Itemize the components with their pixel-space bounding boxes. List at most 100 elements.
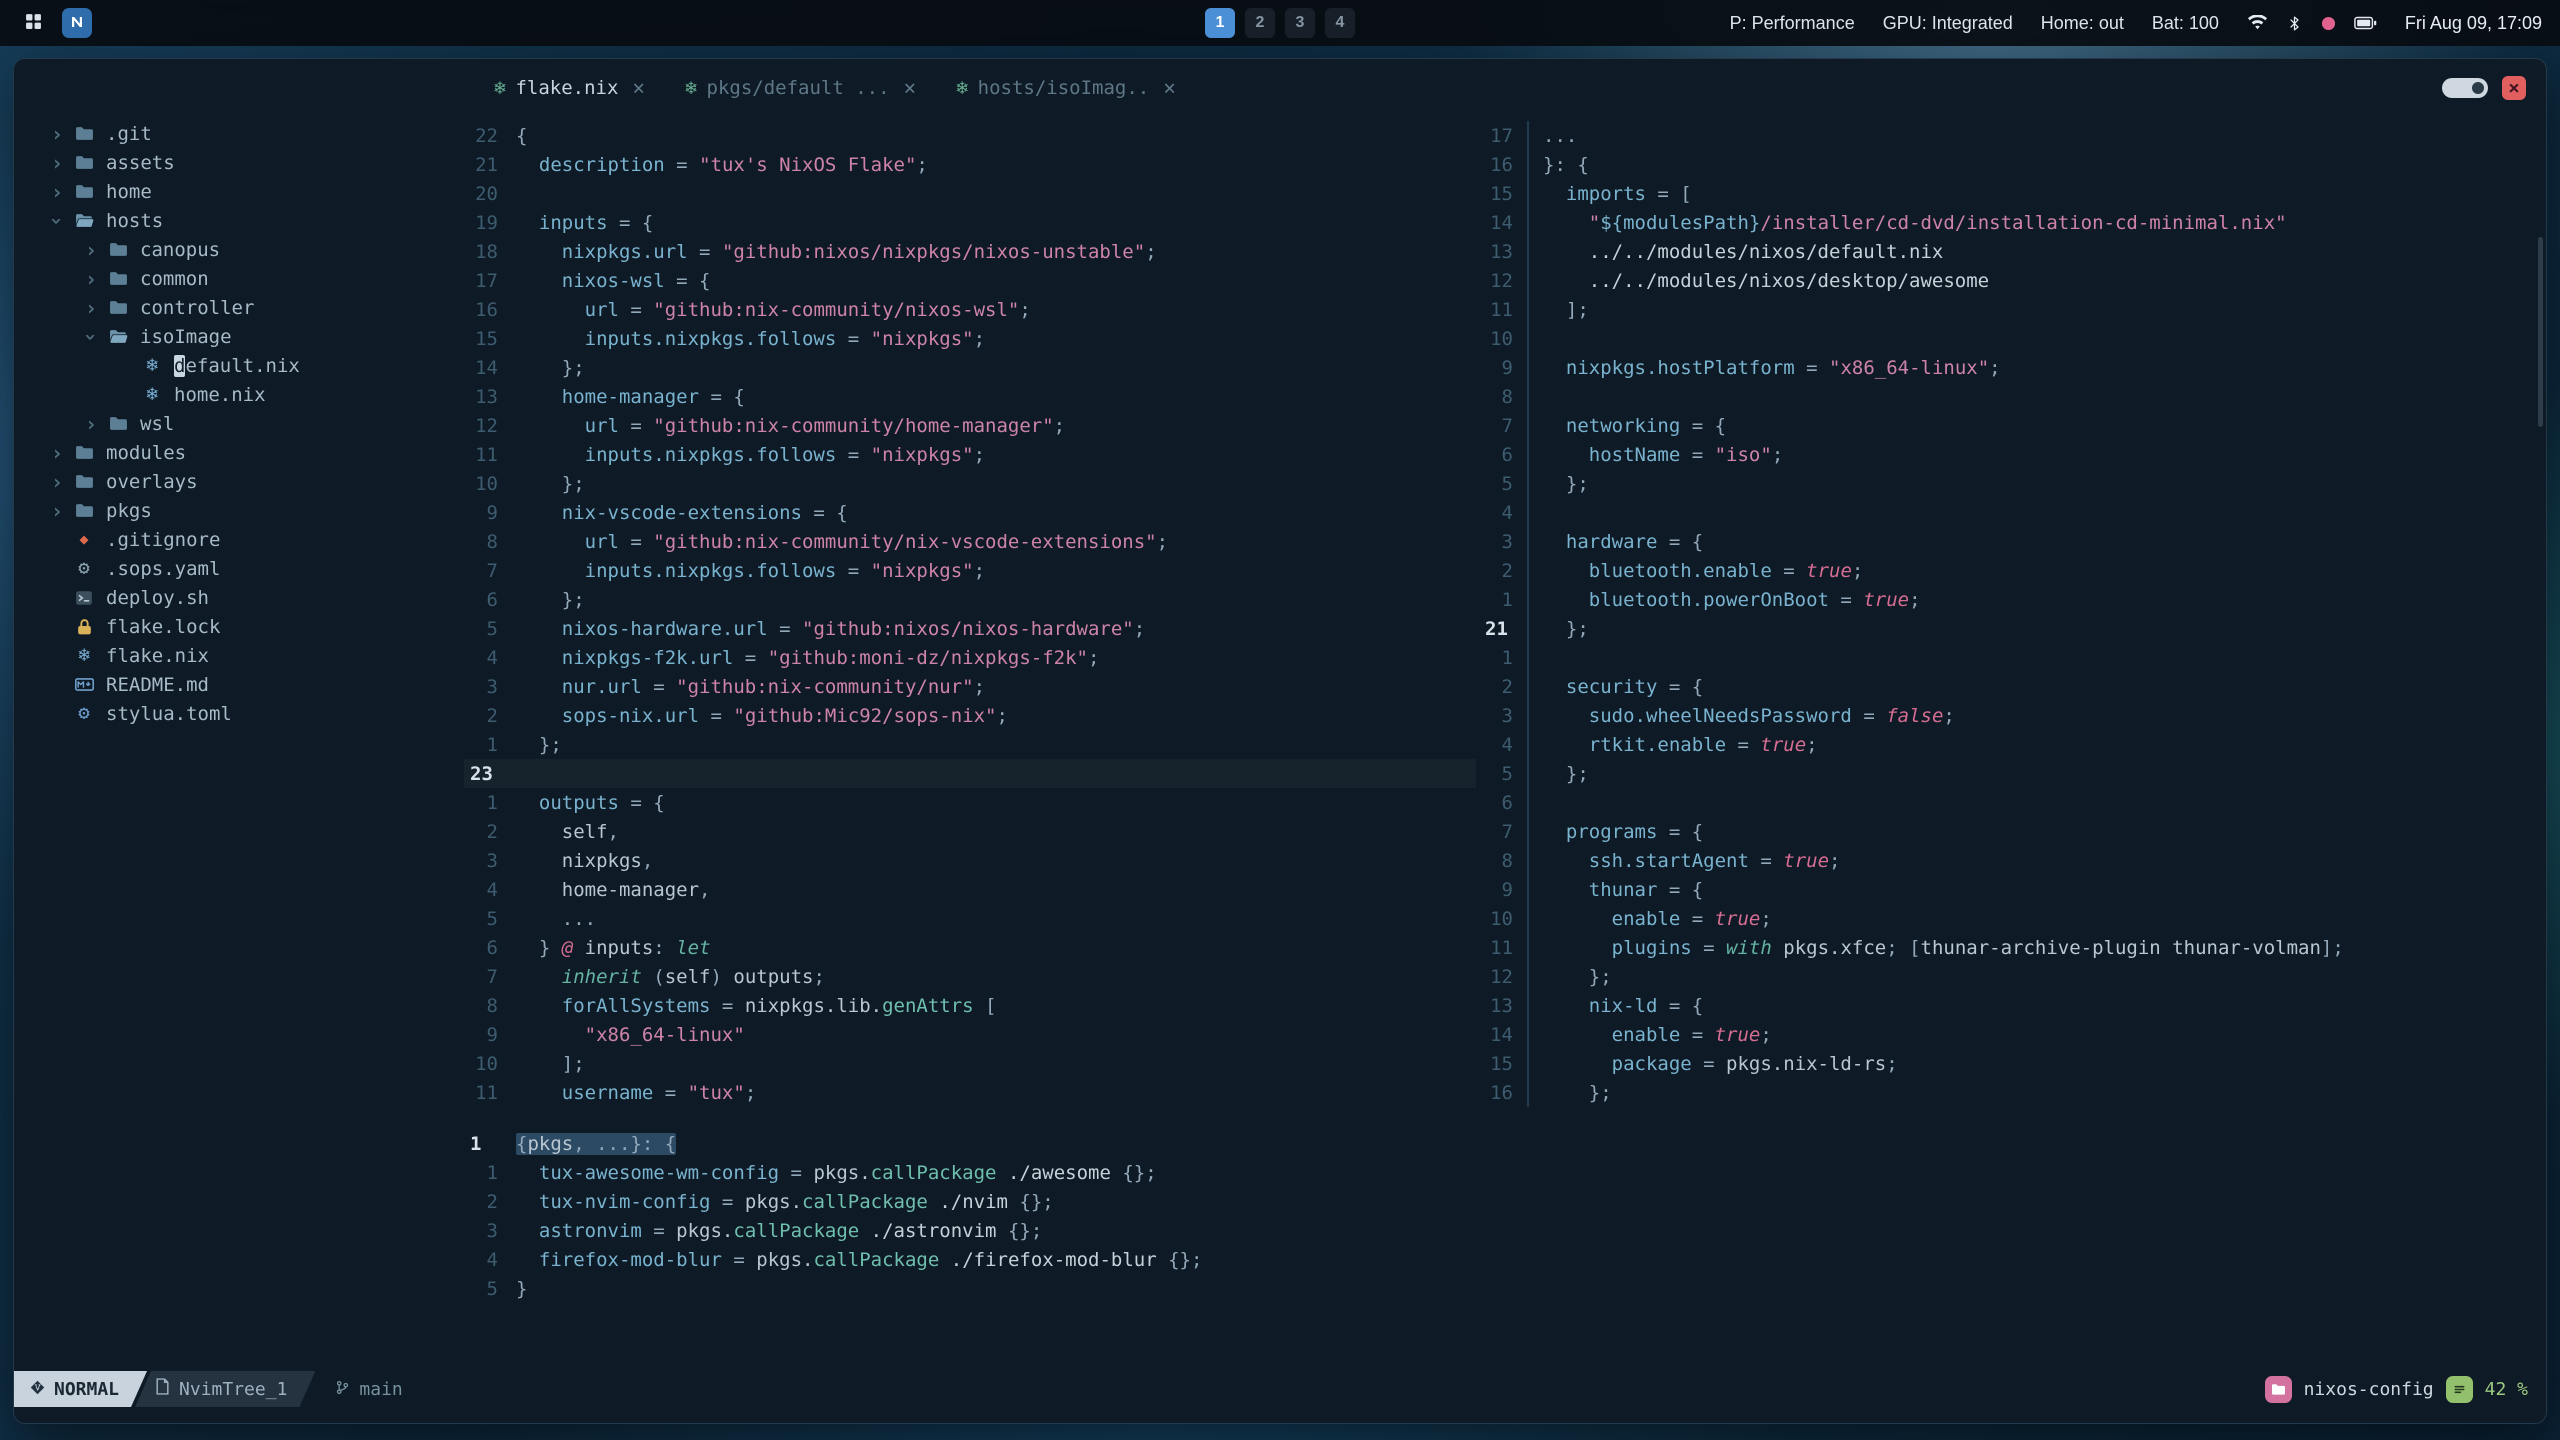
editor-pane-pkgs-default-nix[interactable]: 1 {pkgs, ...}: {1 tux-awesome-wm-config =… [464, 1129, 2546, 1303]
code-line[interactable]: 8 [1479, 382, 2546, 411]
code-line[interactable]: 5 nixos-hardware.url = "github:nixos/nix… [464, 614, 1476, 643]
code-line[interactable]: 19 inputs = { [464, 208, 1476, 237]
tree-item-flake.nix[interactable]: ❄ flake.nix [14, 641, 464, 670]
code-line[interactable]: 10 [1479, 324, 2546, 353]
tree-item-home.nix[interactable]: ❄ home.nix [14, 380, 464, 409]
code-line[interactable]: 14 }; [464, 353, 1476, 382]
code-line[interactable]: 17 nixos-wsl = { [464, 266, 1476, 295]
launcher-button[interactable] [18, 8, 48, 38]
code-line[interactable]: 7 programs = { [1479, 817, 2546, 846]
window-close-button[interactable]: × [2502, 76, 2526, 100]
code-line[interactable]: 2 self, [464, 817, 1476, 846]
code-line[interactable]: 16 }; [1479, 1078, 2546, 1107]
tree-item-README.md[interactable]: README.md [14, 670, 464, 699]
code-line[interactable]: 4 rtkit.enable = true; [1479, 730, 2546, 759]
code-line[interactable]: 12 url = "github:nix-community/home-mana… [464, 411, 1476, 440]
code-line[interactable]: 9 nix-vscode-extensions = { [464, 498, 1476, 527]
code-line[interactable]: 18 nixpkgs.url = "github:nixos/nixpkgs/n… [464, 237, 1476, 266]
tab-pkgs-default-...[interactable]: ❄ pkgs/default ... × [665, 59, 936, 117]
code-line[interactable]: 6 } @ inputs: let [464, 933, 1476, 962]
tab-close-icon[interactable]: × [904, 76, 917, 100]
code-line[interactable]: 13 ../../modules/nixos/default.nix [1479, 237, 2546, 266]
code-line[interactable]: 14 "${modulesPath}/installer/cd-dvd/inst… [1479, 208, 2546, 237]
tree-item-home[interactable]: › home [14, 177, 464, 206]
nvimtree-file-explorer[interactable]: › .git › assets › home › hosts › canopus › common › c… [14, 117, 464, 1371]
code-line[interactable]: 8 forAllSystems = nixpkgs.lib.genAttrs [ [464, 991, 1476, 1020]
code-line[interactable]: 9 thunar = { [1479, 875, 2546, 904]
tab-hosts-isoImag..[interactable]: ❄ hosts/isoImag.. × [936, 59, 1196, 117]
code-line[interactable]: 13 home-manager = { [464, 382, 1476, 411]
chevron-right-icon[interactable]: › [78, 414, 104, 434]
tree-item-controller[interactable]: › controller [14, 293, 464, 322]
code-line[interactable]: 4 nixpkgs-f2k.url = "github:moni-dz/nixp… [464, 643, 1476, 672]
code-line[interactable]: 1 tux-awesome-wm-config = pkgs.callPacka… [464, 1158, 2546, 1187]
code-line[interactable]: 4 [1479, 498, 2546, 527]
chevron-right-icon[interactable]: › [44, 501, 70, 521]
chevron-right-icon[interactable]: › [44, 124, 70, 144]
tree-item-stylua.toml[interactable]: ⚙ stylua.toml [14, 699, 464, 728]
tree-item-deploy.sh[interactable]: deploy.sh [14, 583, 464, 612]
code-line[interactable]: 6 hostName = "iso"; [1479, 440, 2546, 469]
code-line[interactable]: 5 ... [464, 904, 1476, 933]
code-line[interactable]: 16}: { [1479, 150, 2546, 179]
code-line[interactable]: 20 [464, 179, 1476, 208]
code-line[interactable]: 3 astronvim = pkgs.callPackage ./astronv… [464, 1216, 2546, 1245]
app-icon-button[interactable] [62, 8, 92, 38]
chevron-right-icon[interactable]: › [44, 182, 70, 202]
code-line[interactable]: 3 nixpkgs, [464, 846, 1476, 875]
code-line[interactable]: 5 }; [1479, 469, 2546, 498]
color-dot-icon[interactable] [2321, 16, 2336, 31]
code-line[interactable]: 2 security = { [1479, 672, 2546, 701]
tab-close-icon[interactable]: × [632, 76, 645, 100]
workspace-button-3[interactable]: 3 [1285, 8, 1315, 38]
chevron-right-icon[interactable]: › [44, 153, 70, 173]
code-line[interactable]: 11 ]; [1479, 295, 2546, 324]
tab-flake.nix[interactable]: ❄ flake.nix × [474, 59, 665, 117]
chevron-down-icon[interactable]: › [44, 211, 70, 231]
chevron-right-icon[interactable]: › [78, 240, 104, 260]
code-line[interactable]: 8 url = "github:nix-community/nix-vscode… [464, 527, 1476, 556]
bluetooth-icon[interactable] [2286, 15, 2303, 32]
code-line[interactable]: 4 firefox-mod-blur = pkgs.callPackage ./… [464, 1245, 2546, 1274]
code-line[interactable]: 12 ../../modules/nixos/desktop/awesome [1479, 266, 2546, 295]
code-line[interactable]: 2 tux-nvim-config = pkgs.callPackage ./n… [464, 1187, 2546, 1216]
workspace-button-4[interactable]: 4 [1325, 8, 1355, 38]
chevron-down-icon[interactable]: › [78, 327, 104, 347]
battery-icon[interactable] [2354, 16, 2377, 30]
code-line[interactable]: 10 }; [464, 469, 1476, 498]
code-line[interactable]: 3 hardware = { [1479, 527, 2546, 556]
tree-item-pkgs[interactable]: › pkgs [14, 496, 464, 525]
tree-item-isoImage[interactable]: › isoImage [14, 322, 464, 351]
code-line[interactable]: 6 }; [464, 585, 1476, 614]
code-line[interactable]: 1 }; [464, 730, 1476, 759]
tree-item-.sops.yaml[interactable]: ⚙ .sops.yaml [14, 554, 464, 583]
chevron-right-icon[interactable]: › [44, 472, 70, 492]
editor-pane-flake-nix[interactable]: 22{21 description = "tux's NixOS Flake";… [464, 121, 1476, 1107]
code-line[interactable]: 7 inputs.nixpkgs.follows = "nixpkgs"; [464, 556, 1476, 585]
code-line[interactable]: 17... [1479, 121, 2546, 150]
tree-item-wsl[interactable]: › wsl [14, 409, 464, 438]
code-line[interactable]: 1 [1479, 643, 2546, 672]
code-line[interactable]: 2 sops-nix.url = "github:Mic92/sops-nix"… [464, 701, 1476, 730]
tree-item-common[interactable]: › common [14, 264, 464, 293]
code-line[interactable]: 15 inputs.nixpkgs.follows = "nixpkgs"; [464, 324, 1476, 353]
tree-item-.gitignore[interactable]: ◆ .gitignore [14, 525, 464, 554]
wifi-icon[interactable] [2247, 15, 2268, 31]
scrollbar-thumb[interactable] [2538, 237, 2543, 427]
code-line[interactable]: 3 nur.url = "github:nix-community/nur"; [464, 672, 1476, 701]
code-line[interactable]: 2 bluetooth.enable = true; [1479, 556, 2546, 585]
code-line[interactable]: 11 plugins = with pkgs.xfce; [thunar-arc… [1479, 933, 2546, 962]
tree-item-flake.lock[interactable]: flake.lock [14, 612, 464, 641]
code-line[interactable]: 6 [1479, 788, 2546, 817]
code-line[interactable]: 11 inputs.nixpkgs.follows = "nixpkgs"; [464, 440, 1476, 469]
tree-item-.git[interactable]: › .git [14, 119, 464, 148]
editor-pane-hosts-isoimage-default-nix[interactable]: 17... 16}: {15 imports = [14 "${modulesPa… [1479, 121, 2546, 1107]
code-line[interactable]: 5 }; [1479, 759, 2546, 788]
tree-item-assets[interactable]: › assets [14, 148, 464, 177]
code-line[interactable]: 15 package = pkgs.nix-ld-rs; [1479, 1049, 2546, 1078]
code-line[interactable]: 7 inherit (self) outputs; [464, 962, 1476, 991]
code-line[interactable]: 5} [464, 1274, 2546, 1303]
code-line[interactable]: 15 imports = [ [1479, 179, 2546, 208]
code-line[interactable]: 16 url = "github:nix-community/nixos-wsl… [464, 295, 1476, 324]
tree-item-modules[interactable]: › modules [14, 438, 464, 467]
